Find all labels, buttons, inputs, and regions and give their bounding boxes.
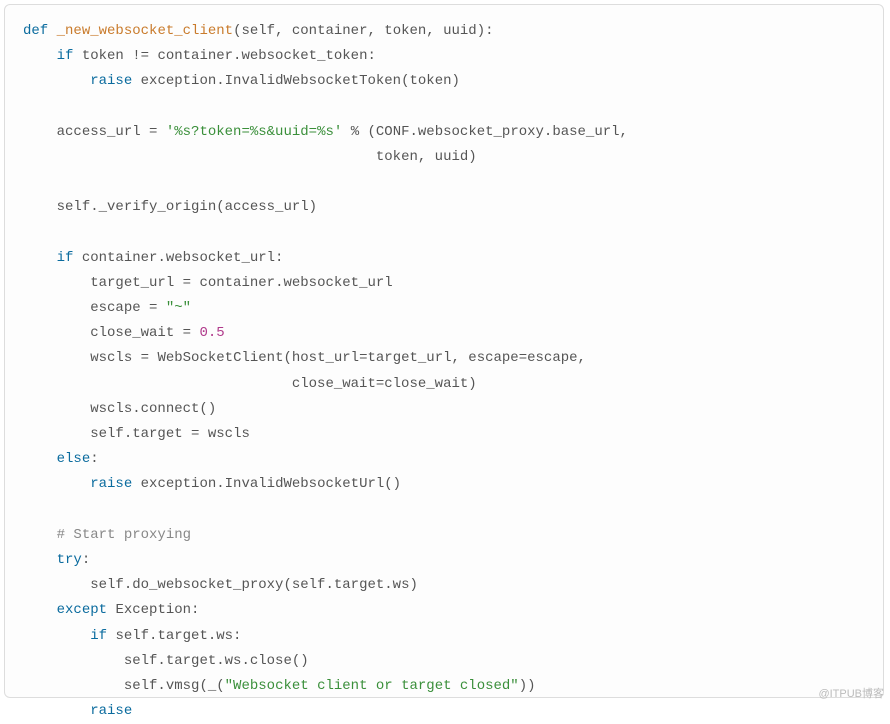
call: self._verify_origin(access_url) <box>57 199 317 215</box>
var: close_wait <box>90 325 174 341</box>
keyword-raise: raise <box>90 73 132 89</box>
expr: token, uuid) <box>376 149 477 165</box>
var: target_url <box>90 275 174 291</box>
var: wscls <box>90 350 132 366</box>
string: '%s?token=%s&uuid=%s' <box>166 124 342 140</box>
condition: token != container.websocket_token: <box>82 48 376 64</box>
code-block: def _new_websocket_client(self, containe… <box>4 4 884 698</box>
var: access_url <box>57 124 141 140</box>
call: self.vmsg(_( <box>124 678 225 694</box>
op: = <box>183 325 191 341</box>
condition: container.websocket_url: <box>82 250 284 266</box>
colon: : <box>82 552 90 568</box>
condition: self.target.ws: <box>115 628 241 644</box>
number: 0.5 <box>199 325 224 341</box>
comment: # Start proxying <box>57 527 191 543</box>
op: = <box>149 300 157 316</box>
string: "~" <box>166 300 191 316</box>
function-name: _new_websocket_client <box>57 23 233 39</box>
expr: container.websocket_url <box>199 275 392 291</box>
call: exception.InvalidWebsocketToken(token) <box>141 73 460 89</box>
keyword-try: try <box>57 552 82 568</box>
expr: (CONF.websocket_proxy.base_url, <box>368 124 628 140</box>
call: exception.InvalidWebsocketUrl() <box>141 476 401 492</box>
var: escape <box>90 300 140 316</box>
expr: wscls <box>208 426 250 442</box>
var: self.target <box>90 426 182 442</box>
call: self.do_websocket_proxy(self.target.ws) <box>90 577 418 593</box>
keyword-if: if <box>57 48 74 64</box>
exc: Exception: <box>115 602 199 618</box>
op: = <box>141 350 149 366</box>
expr: close_wait=close_wait) <box>292 376 477 392</box>
expr: WebSocketClient(host_url=target_url, esc… <box>157 350 585 366</box>
keyword-raise: raise <box>90 476 132 492</box>
colon: : <box>90 451 98 467</box>
op: = <box>183 275 191 291</box>
keyword-if: if <box>90 628 107 644</box>
call: self.target.ws.close() <box>124 653 309 669</box>
keyword-raise: raise <box>90 703 132 719</box>
call: wscls.connect() <box>90 401 216 417</box>
op: = <box>191 426 199 442</box>
string: "Websocket client or target closed" <box>225 678 519 694</box>
signature: (self, container, token, uuid): <box>233 23 493 39</box>
op: % <box>351 124 359 140</box>
watermark: @ITPUB博客 <box>818 685 884 705</box>
op: = <box>149 124 157 140</box>
code-listing: def _new_websocket_client(self, containe… <box>23 19 865 724</box>
keyword-except: except <box>57 602 107 618</box>
keyword-if: if <box>57 250 74 266</box>
keyword-def: def <box>23 23 48 39</box>
call: )) <box>519 678 536 694</box>
keyword-else: else <box>57 451 91 467</box>
